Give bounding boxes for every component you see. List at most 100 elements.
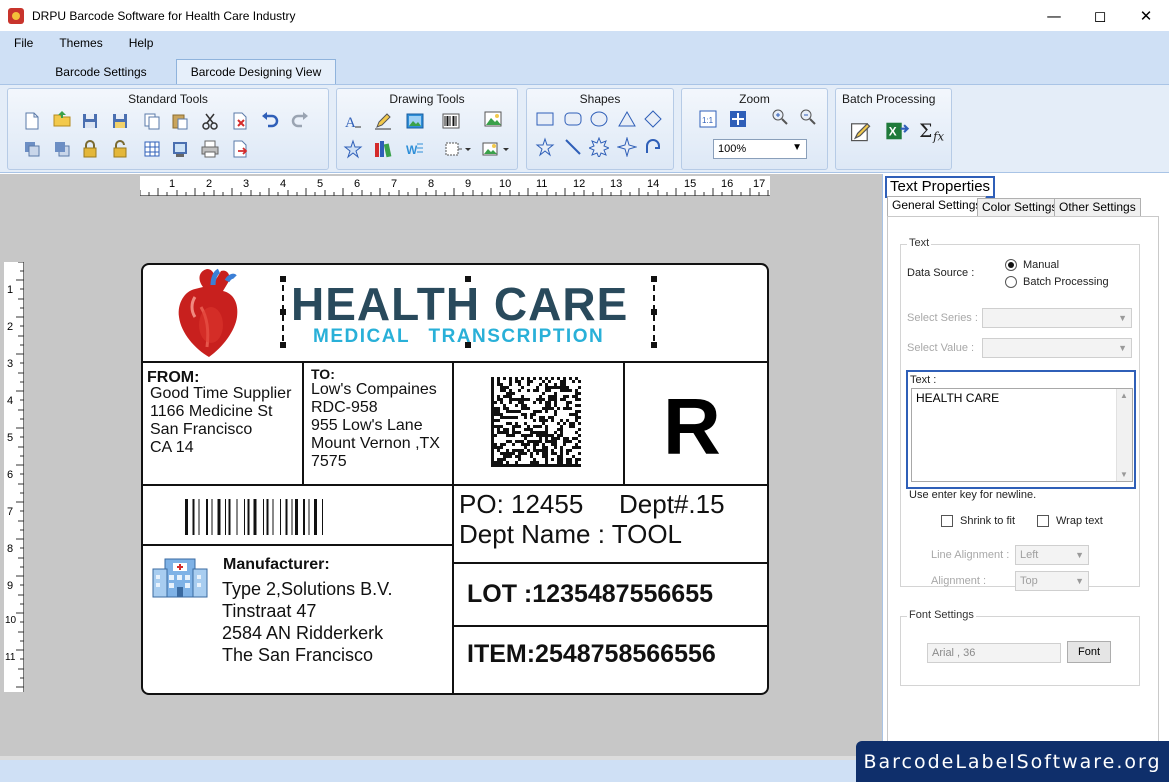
radio-batch-processing[interactable] xyxy=(1005,276,1017,288)
picture-icon[interactable] xyxy=(405,111,425,131)
four-point-star-icon[interactable] xyxy=(617,137,637,157)
wrap-text-checkbox[interactable] xyxy=(1037,515,1049,527)
line-shape-icon[interactable] xyxy=(563,137,583,157)
barcode-label[interactable]: HEALTH CARE MEDICAL TRANSCRIPTION FROM: … xyxy=(141,263,769,695)
menu-help[interactable]: Help xyxy=(125,34,158,52)
tab-general-settings[interactable]: General Settings xyxy=(887,196,987,216)
tab-barcode-settings[interactable]: Barcode Settings xyxy=(46,59,156,84)
ellipse-shape-icon[interactable] xyxy=(589,109,609,129)
manufacturer-address[interactable]: Type 2,Solutions B.V. Tinstraat 47 2584 … xyxy=(222,578,392,666)
divider-line xyxy=(452,625,767,627)
tab-other-settings[interactable]: Other Settings xyxy=(1054,198,1141,216)
selection-handle[interactable] xyxy=(280,342,286,348)
burst-shape-icon[interactable] xyxy=(589,137,609,157)
selection-handle[interactable] xyxy=(651,342,657,348)
tab-barcode-designing-view[interactable]: Barcode Designing View xyxy=(176,59,336,84)
triangle-shape-icon[interactable] xyxy=(617,109,637,129)
library-icon[interactable] xyxy=(373,139,393,159)
textarea-scrollbar[interactable]: ▲ ▼ xyxy=(1116,389,1132,481)
to-address[interactable]: Low's Compaines RDC-958 955 Low's Lane M… xyxy=(311,381,440,471)
barcode-tool-icon[interactable] xyxy=(441,111,461,131)
fit-to-window-icon[interactable] xyxy=(728,109,748,129)
close-icon[interactable]: ✕ xyxy=(1123,0,1169,31)
save-icon[interactable] xyxy=(80,111,100,131)
horizontal-scrollbar[interactable] xyxy=(0,756,882,760)
delete-icon[interactable] xyxy=(230,111,250,131)
shrink-to-fit-label[interactable]: Shrink to fit xyxy=(960,515,1015,527)
selection-handle[interactable] xyxy=(651,276,657,282)
redo-icon[interactable] xyxy=(290,110,310,130)
select-series-dropdown[interactable]: ▼ xyxy=(982,308,1132,328)
rectangle-shape-icon[interactable] xyxy=(535,109,555,129)
diamond-shape-icon[interactable] xyxy=(643,109,663,129)
watermark-icon[interactable]: W xyxy=(405,139,425,159)
print-icon[interactable] xyxy=(200,139,220,159)
wrap-text-label[interactable]: Wrap text xyxy=(1056,515,1103,527)
radio-batch-processing-label[interactable]: Batch Processing xyxy=(1023,276,1109,288)
actual-size-icon[interactable]: 1:1 xyxy=(698,109,718,129)
send-to-back-icon[interactable] xyxy=(22,139,42,159)
text-tool-icon[interactable]: A xyxy=(343,111,363,131)
alignment-dropdown[interactable]: Top ▼ xyxy=(1015,571,1089,591)
unlock-icon[interactable] xyxy=(110,139,130,159)
chevron-down-icon[interactable] xyxy=(501,139,511,159)
save-as-icon[interactable] xyxy=(110,111,130,131)
line-alignment-dropdown[interactable]: Left ▼ xyxy=(1015,545,1089,565)
menu-file[interactable]: File xyxy=(10,34,37,52)
po-number[interactable]: PO: 12455 xyxy=(459,489,583,520)
shrink-to-fit-checkbox[interactable] xyxy=(941,515,953,527)
edit-series-icon[interactable] xyxy=(848,119,872,143)
item-number[interactable]: ITEM:2548758566556 xyxy=(467,640,716,669)
menu-themes[interactable]: Themes xyxy=(55,34,106,52)
bring-to-front-icon[interactable] xyxy=(52,139,72,159)
radio-manual[interactable] xyxy=(1005,259,1017,271)
excel-import-icon[interactable]: X xyxy=(884,119,910,143)
datamatrix-barcode[interactable] xyxy=(491,377,581,467)
export-icon[interactable] xyxy=(230,139,250,159)
manufacturer-heading[interactable]: Manufacturer: xyxy=(223,556,330,574)
heart-image[interactable] xyxy=(173,267,255,361)
cut-icon[interactable] xyxy=(200,111,220,131)
selection-handle[interactable] xyxy=(280,276,286,282)
landscape-image-icon[interactable] xyxy=(483,109,503,129)
radio-manual-label[interactable]: Manual xyxy=(1023,259,1059,271)
font-button[interactable]: Font xyxy=(1067,641,1111,663)
text-input[interactable]: HEALTH CARE ▲ ▼ xyxy=(911,388,1133,482)
grid-icon[interactable] xyxy=(142,139,162,159)
dept-number[interactable]: Dept#.15 xyxy=(619,489,725,520)
maximize-icon[interactable]: ◻ xyxy=(1077,0,1123,31)
open-folder-icon[interactable] xyxy=(52,109,72,129)
big-letter[interactable]: R xyxy=(663,381,721,473)
dept-name[interactable]: Dept Name : TOOL xyxy=(459,519,682,550)
lock-icon[interactable] xyxy=(80,139,100,159)
star-shape-icon[interactable] xyxy=(343,139,363,159)
lot-number[interactable]: LOT :1235487556655 xyxy=(467,580,713,609)
insert-image-icon[interactable] xyxy=(481,139,501,159)
zoom-select[interactable]: 100% ▼ xyxy=(713,139,807,159)
zoom-out-icon[interactable] xyxy=(798,107,818,127)
zoom-in-icon[interactable] xyxy=(770,107,790,127)
label-title[interactable]: HEALTH CARE xyxy=(291,277,628,331)
undo-icon[interactable] xyxy=(260,110,280,130)
scroll-up-icon[interactable]: ▲ xyxy=(1120,391,1128,400)
select-value-dropdown[interactable]: ▼ xyxy=(982,338,1132,358)
hospital-building-image[interactable] xyxy=(151,553,209,599)
to-heading[interactable]: TO: xyxy=(311,366,335,382)
linear-barcode[interactable] xyxy=(185,499,359,535)
shape-dropdown-icon[interactable] xyxy=(443,139,463,159)
from-address[interactable]: Good Time Supplier 1166 Medicine St San … xyxy=(150,385,291,457)
label-subtitle[interactable]: MEDICAL TRANSCRIPTION xyxy=(313,326,604,348)
chevron-down-icon[interactable] xyxy=(463,139,473,159)
pencil-icon[interactable] xyxy=(373,111,393,131)
formula-icon[interactable]: Σfx xyxy=(918,119,946,143)
arc-shape-icon[interactable] xyxy=(643,137,663,157)
minimize-icon[interactable]: — xyxy=(1031,0,1077,31)
tab-color-settings[interactable]: Color Settings xyxy=(977,198,1063,216)
paste-icon[interactable] xyxy=(170,111,190,131)
star-shape-icon[interactable] xyxy=(535,137,555,157)
image-export-icon[interactable] xyxy=(170,139,190,159)
scroll-down-icon[interactable]: ▼ xyxy=(1120,470,1128,479)
new-icon[interactable] xyxy=(22,111,42,131)
rounded-rectangle-shape-icon[interactable] xyxy=(563,109,583,129)
copy-icon[interactable] xyxy=(142,111,162,131)
